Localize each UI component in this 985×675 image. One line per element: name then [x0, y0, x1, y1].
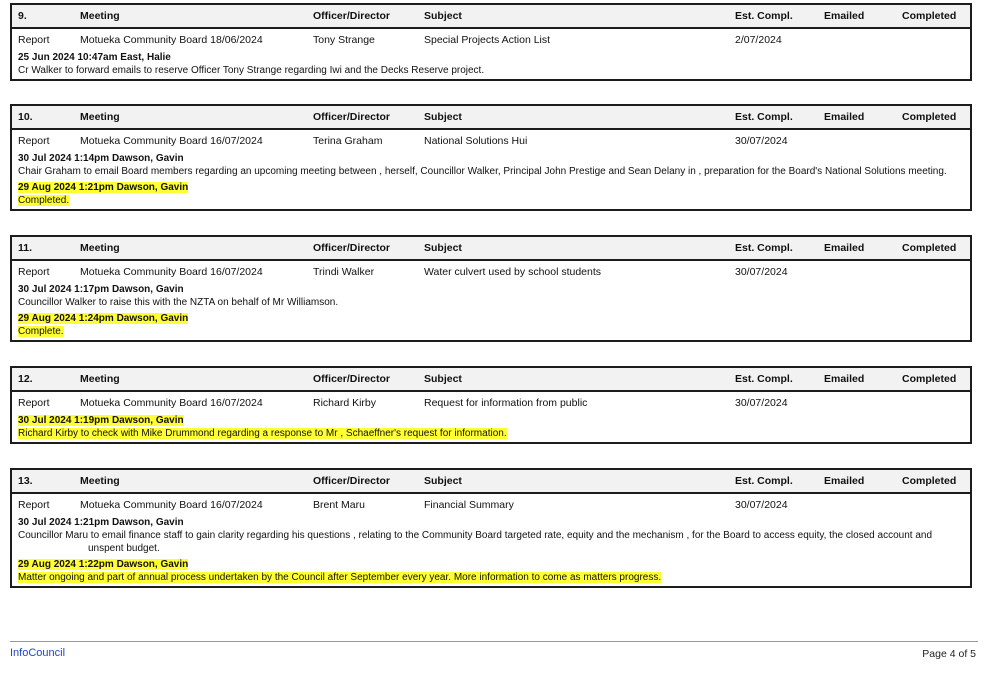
- action-item-12: 12. Meeting Officer/Director Subject Est…: [10, 366, 972, 444]
- col-est-compl: Est. Compl.: [735, 242, 793, 254]
- item-header: 10. Meeting Officer/Director Subject Est…: [12, 106, 970, 130]
- item-subject: National Solutions Hui: [424, 135, 528, 147]
- item-row: Report Motueka Community Board 18/06/202…: [12, 29, 970, 51]
- note-text: Councillor Maru to email finance staff t…: [18, 530, 933, 554]
- action-item-13: 13. Meeting Officer/Director Subject Est…: [10, 468, 972, 588]
- col-officer: Officer/Director: [313, 475, 391, 487]
- col-est-compl: Est. Compl.: [735, 475, 793, 487]
- note-heading: 25 Jun 2024 10:47am East, Halie: [18, 52, 171, 63]
- col-officer: Officer/Director: [313, 373, 391, 385]
- col-subject: Subject: [424, 111, 462, 123]
- col-emailed: Emailed: [824, 373, 865, 385]
- note-heading: 30 Jul 2024 1:19pm Dawson, Gavin: [18, 415, 184, 426]
- item-number: 13.: [18, 475, 33, 487]
- col-est-compl: Est. Compl.: [735, 373, 793, 385]
- item-type: Report: [18, 397, 50, 409]
- item-number: 10.: [18, 111, 33, 123]
- item-subject: Financial Summary: [424, 499, 514, 511]
- item-officer: Trindi Walker: [313, 266, 375, 278]
- item-row: Report Motueka Community Board 16/07/202…: [12, 494, 970, 516]
- note-text-completed: Complete.: [18, 326, 64, 337]
- col-subject: Subject: [424, 10, 462, 22]
- note-text: Chair Graham to email Board members rega…: [18, 166, 947, 177]
- item-meeting: Motueka Community Board 16/07/2024: [80, 266, 263, 278]
- note-text: Councillor Walker to raise this with the…: [18, 297, 339, 308]
- action-item-10: 10. Meeting Officer/Director Subject Est…: [10, 104, 972, 211]
- item-meeting: Motueka Community Board 16/07/2024: [80, 397, 263, 409]
- item-officer: Terina Graham: [313, 135, 383, 147]
- item-officer: Tony Strange: [313, 34, 375, 46]
- col-completed: Completed: [902, 10, 957, 22]
- note-text-completed: Completed.: [18, 195, 70, 206]
- note-text: Richard Kirby to check with Mike Drummon…: [18, 428, 507, 439]
- col-est-compl: Est. Compl.: [735, 111, 793, 123]
- item-meeting: Motueka Community Board 18/06/2024: [80, 34, 263, 46]
- note-heading: 30 Jul 2024 1:17pm Dawson, Gavin: [18, 284, 184, 295]
- col-subject: Subject: [424, 242, 462, 254]
- note-text: Cr Walker to forward emails to reserve O…: [18, 65, 485, 76]
- item-officer: Brent Maru: [313, 499, 365, 511]
- col-emailed: Emailed: [824, 10, 865, 22]
- col-completed: Completed: [902, 373, 957, 385]
- note-heading-completed: 29 Aug 2024 1:21pm Dawson, Gavin: [18, 182, 189, 193]
- item-est-date: 2/07/2024: [735, 34, 782, 46]
- item-type: Report: [18, 135, 50, 147]
- col-officer: Officer/Director: [313, 242, 391, 254]
- item-type: Report: [18, 266, 50, 278]
- item-est-date: 30/07/2024: [735, 397, 788, 409]
- item-subject: Water culvert used by school students: [424, 266, 602, 278]
- col-subject: Subject: [424, 475, 462, 487]
- item-meeting: Motueka Community Board 16/07/2024: [80, 135, 263, 147]
- note-heading-completed: 29 Aug 2024 1:22pm Dawson, Gavin: [18, 559, 189, 570]
- item-type: Report: [18, 34, 50, 46]
- col-meeting: Meeting: [80, 10, 120, 22]
- col-subject: Subject: [424, 373, 462, 385]
- item-header: 9. Meeting Officer/Director Subject Est.…: [12, 5, 970, 29]
- note-text-completed: Matter ongoing and part of annual proces…: [18, 572, 662, 583]
- col-est-compl: Est. Compl.: [735, 10, 793, 22]
- col-officer: Officer/Director: [313, 111, 391, 123]
- item-header: 12. Meeting Officer/Director Subject Est…: [12, 368, 970, 392]
- action-item-11: 11. Meeting Officer/Director Subject Est…: [10, 235, 972, 342]
- item-subject: Request for information from public: [424, 397, 588, 409]
- col-emailed: Emailed: [824, 242, 865, 254]
- item-officer: Richard Kirby: [313, 397, 377, 409]
- item-header: 11. Meeting Officer/Director Subject Est…: [12, 237, 970, 261]
- note-heading-completed: 29 Aug 2024 1:24pm Dawson, Gavin: [18, 313, 189, 324]
- col-meeting: Meeting: [80, 373, 120, 385]
- note-heading: 30 Jul 2024 1:14pm Dawson, Gavin: [18, 153, 184, 164]
- item-type: Report: [18, 499, 50, 511]
- item-header: 13. Meeting Officer/Director Subject Est…: [12, 470, 970, 494]
- note-heading: 30 Jul 2024 1:21pm Dawson, Gavin: [18, 517, 184, 528]
- item-subject: Special Projects Action List: [424, 34, 551, 46]
- col-meeting: Meeting: [80, 475, 120, 487]
- col-officer: Officer/Director: [313, 10, 391, 22]
- action-item-9: 9. Meeting Officer/Director Subject Est.…: [10, 3, 972, 81]
- item-meeting: Motueka Community Board 16/07/2024: [80, 499, 263, 511]
- item-est-date: 30/07/2024: [735, 266, 788, 278]
- item-number: 12.: [18, 373, 33, 385]
- item-row: Report Motueka Community Board 16/07/202…: [12, 261, 970, 283]
- item-est-date: 30/07/2024: [735, 499, 788, 511]
- col-completed: Completed: [902, 475, 957, 487]
- col-completed: Completed: [902, 111, 957, 123]
- footer-brand: InfoCouncil: [10, 647, 66, 659]
- item-number: 11.: [18, 242, 33, 254]
- col-emailed: Emailed: [824, 111, 865, 123]
- item-number: 9.: [18, 10, 27, 22]
- item-row: Report Motueka Community Board 16/07/202…: [12, 130, 970, 152]
- col-meeting: Meeting: [80, 111, 120, 123]
- col-meeting: Meeting: [80, 242, 120, 254]
- footer-divider: [10, 641, 978, 642]
- page-number: Page 4 of 5: [922, 648, 976, 660]
- col-completed: Completed: [902, 242, 957, 254]
- item-row: Report Motueka Community Board 16/07/202…: [12, 392, 970, 414]
- col-emailed: Emailed: [824, 475, 865, 487]
- item-est-date: 30/07/2024: [735, 135, 788, 147]
